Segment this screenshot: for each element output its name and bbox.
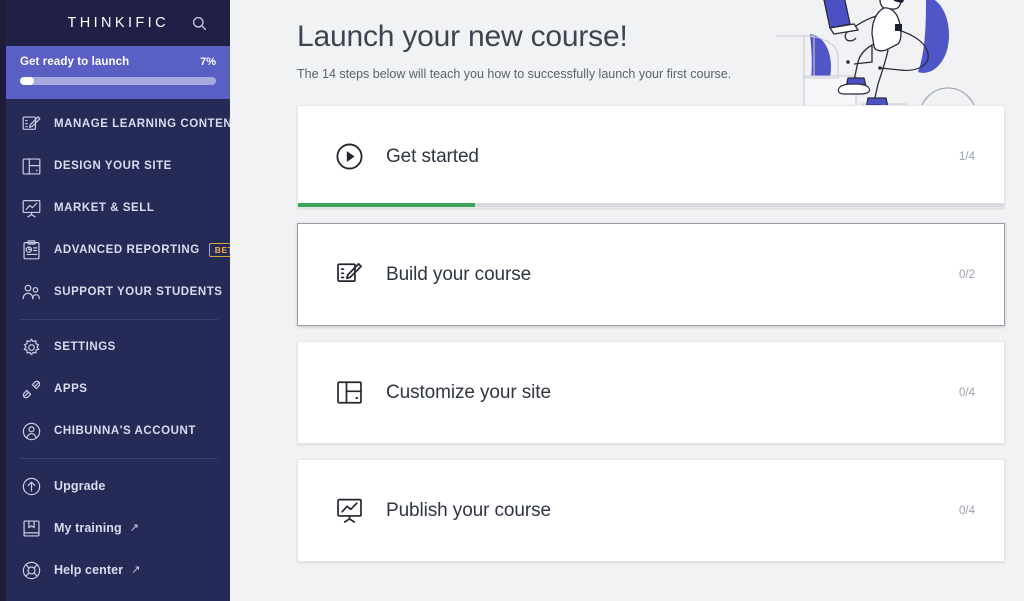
thinkific-logo: THINKIFIC [67, 15, 169, 31]
sidebar-divider [20, 458, 218, 459]
lifebuoy-icon [20, 559, 42, 581]
people-icon [20, 281, 42, 303]
sidebar-secondary-group: SETTINGS APPS CHIBUNNA'S ACCOUNT [6, 326, 230, 452]
step-cards-list: Get started 1/4 Build your course 0/2 Custom… [230, 105, 1024, 562]
step-card-count: 0/4 [959, 386, 975, 399]
sidebar-item-label: SETTINGS [54, 341, 116, 353]
sidebar-item-label: ADVANCED REPORTING [54, 244, 200, 256]
step-card-customize-your-site[interactable]: Customize your site 0/4 [297, 341, 1005, 444]
app-root: THINKIFIC Get ready to launch 7% MANAGE … [0, 0, 1024, 601]
step-card-count: 0/2 [959, 268, 975, 281]
launch-progress-fill [20, 77, 34, 85]
step-card-count: 0/4 [959, 504, 975, 517]
step-card-build-your-course[interactable]: Build your course 0/2 [297, 223, 1005, 326]
sidebar-item-upgrade[interactable]: Upgrade [6, 465, 230, 507]
sidebar-item-label: MANAGE LEARNING CONTENT [54, 118, 230, 130]
main-header: Launch your new course! The 14 steps bel… [230, 0, 1024, 81]
launch-banner-row: Get ready to launch 7% [20, 56, 216, 68]
presentation-chart-icon [20, 197, 42, 219]
sidebar-item-advanced-reporting[interactable]: ADVANCED REPORTING BETA [6, 229, 230, 271]
sidebar-divider [20, 319, 218, 320]
clipboard-report-icon [20, 239, 42, 261]
main-content: Launch your new course! The 14 steps bel… [230, 0, 1024, 601]
step-card-progress-fill [298, 203, 475, 207]
launch-progress-track [20, 77, 216, 85]
sidebar-item-market-sell[interactable]: MARKET & SELL [6, 187, 230, 229]
page-subtitle: The 14 steps below will teach you how to… [297, 67, 732, 81]
launch-banner-label: Get ready to launch [20, 56, 130, 68]
step-card-title: Build your course [386, 263, 532, 285]
note-edit-icon [334, 260, 364, 290]
external-link-icon: ↗ [131, 563, 141, 576]
sidebar-item-label: DESIGN YOUR SITE [54, 160, 172, 172]
step-card-title: Customize your site [386, 381, 551, 403]
book-icon [20, 517, 42, 539]
sidebar-item-help-center[interactable]: Help center ↗ [6, 549, 230, 591]
step-card-title: Get started [386, 145, 479, 167]
step-card-title: Publish your course [386, 499, 551, 521]
step-card-progress-track [298, 203, 1004, 207]
sidebar-item-label: APPS [54, 383, 88, 395]
sidebar-item-manage-learning-content[interactable]: MANAGE LEARNING CONTENT [6, 103, 230, 145]
plug-connect-icon [20, 378, 42, 400]
presentation-chart-icon [334, 496, 364, 526]
sidebar-item-label: Upgrade [54, 479, 106, 493]
search-icon[interactable] [191, 15, 208, 32]
sidebar-footer-group: Upgrade My training ↗ Help center ↗ [6, 465, 230, 591]
sidebar-item-chibunna-s-account[interactable]: CHIBUNNA'S ACCOUNT [6, 410, 230, 452]
sidebar-primary-group: MANAGE LEARNING CONTENT DESIGN YOUR SITE M… [6, 103, 230, 313]
sidebar-item-settings[interactable]: SETTINGS [6, 326, 230, 368]
sidebar-brand-bar: THINKIFIC [6, 0, 230, 46]
external-link-icon: ↗ [129, 521, 139, 534]
layout-panels-icon [20, 155, 42, 177]
step-card-publish-your-course[interactable]: Publish your course 0/4 [297, 459, 1005, 562]
sidebar-item-design-your-site[interactable]: DESIGN YOUR SITE [6, 145, 230, 187]
sidebar: THINKIFIC Get ready to launch 7% MANAGE … [6, 0, 230, 601]
sidebar-item-label: SUPPORT YOUR STUDENTS [54, 286, 223, 298]
sidebar-item-label: My training [54, 521, 122, 535]
gear-icon [20, 336, 42, 358]
user-circle-icon [20, 420, 42, 442]
launch-banner-percent: 7% [200, 56, 216, 68]
sidebar-nav: MANAGE LEARNING CONTENT DESIGN YOUR SITE M… [6, 99, 230, 601]
step-card-get-started[interactable]: Get started 1/4 [297, 105, 1005, 208]
get-ready-to-launch-banner[interactable]: Get ready to launch 7% [6, 46, 230, 99]
layout-panels-icon [334, 378, 364, 408]
sidebar-item-support-your-students[interactable]: SUPPORT YOUR STUDENTS [6, 271, 230, 313]
sidebar-item-label: Help center [54, 563, 124, 577]
step-card-count: 1/4 [959, 150, 975, 163]
arrow-up-circle-icon [20, 475, 42, 497]
sidebar-item-apps[interactable]: APPS [6, 368, 230, 410]
play-circle-icon [334, 142, 364, 172]
sidebar-item-label: CHIBUNNA'S ACCOUNT [54, 425, 196, 437]
sidebar-item-my-training[interactable]: My training ↗ [6, 507, 230, 549]
sidebar-item-label: MARKET & SELL [54, 202, 155, 214]
beta-badge: BETA [208, 242, 230, 258]
page-title: Launch your new course! [297, 20, 628, 53]
note-edit-icon [20, 113, 42, 135]
